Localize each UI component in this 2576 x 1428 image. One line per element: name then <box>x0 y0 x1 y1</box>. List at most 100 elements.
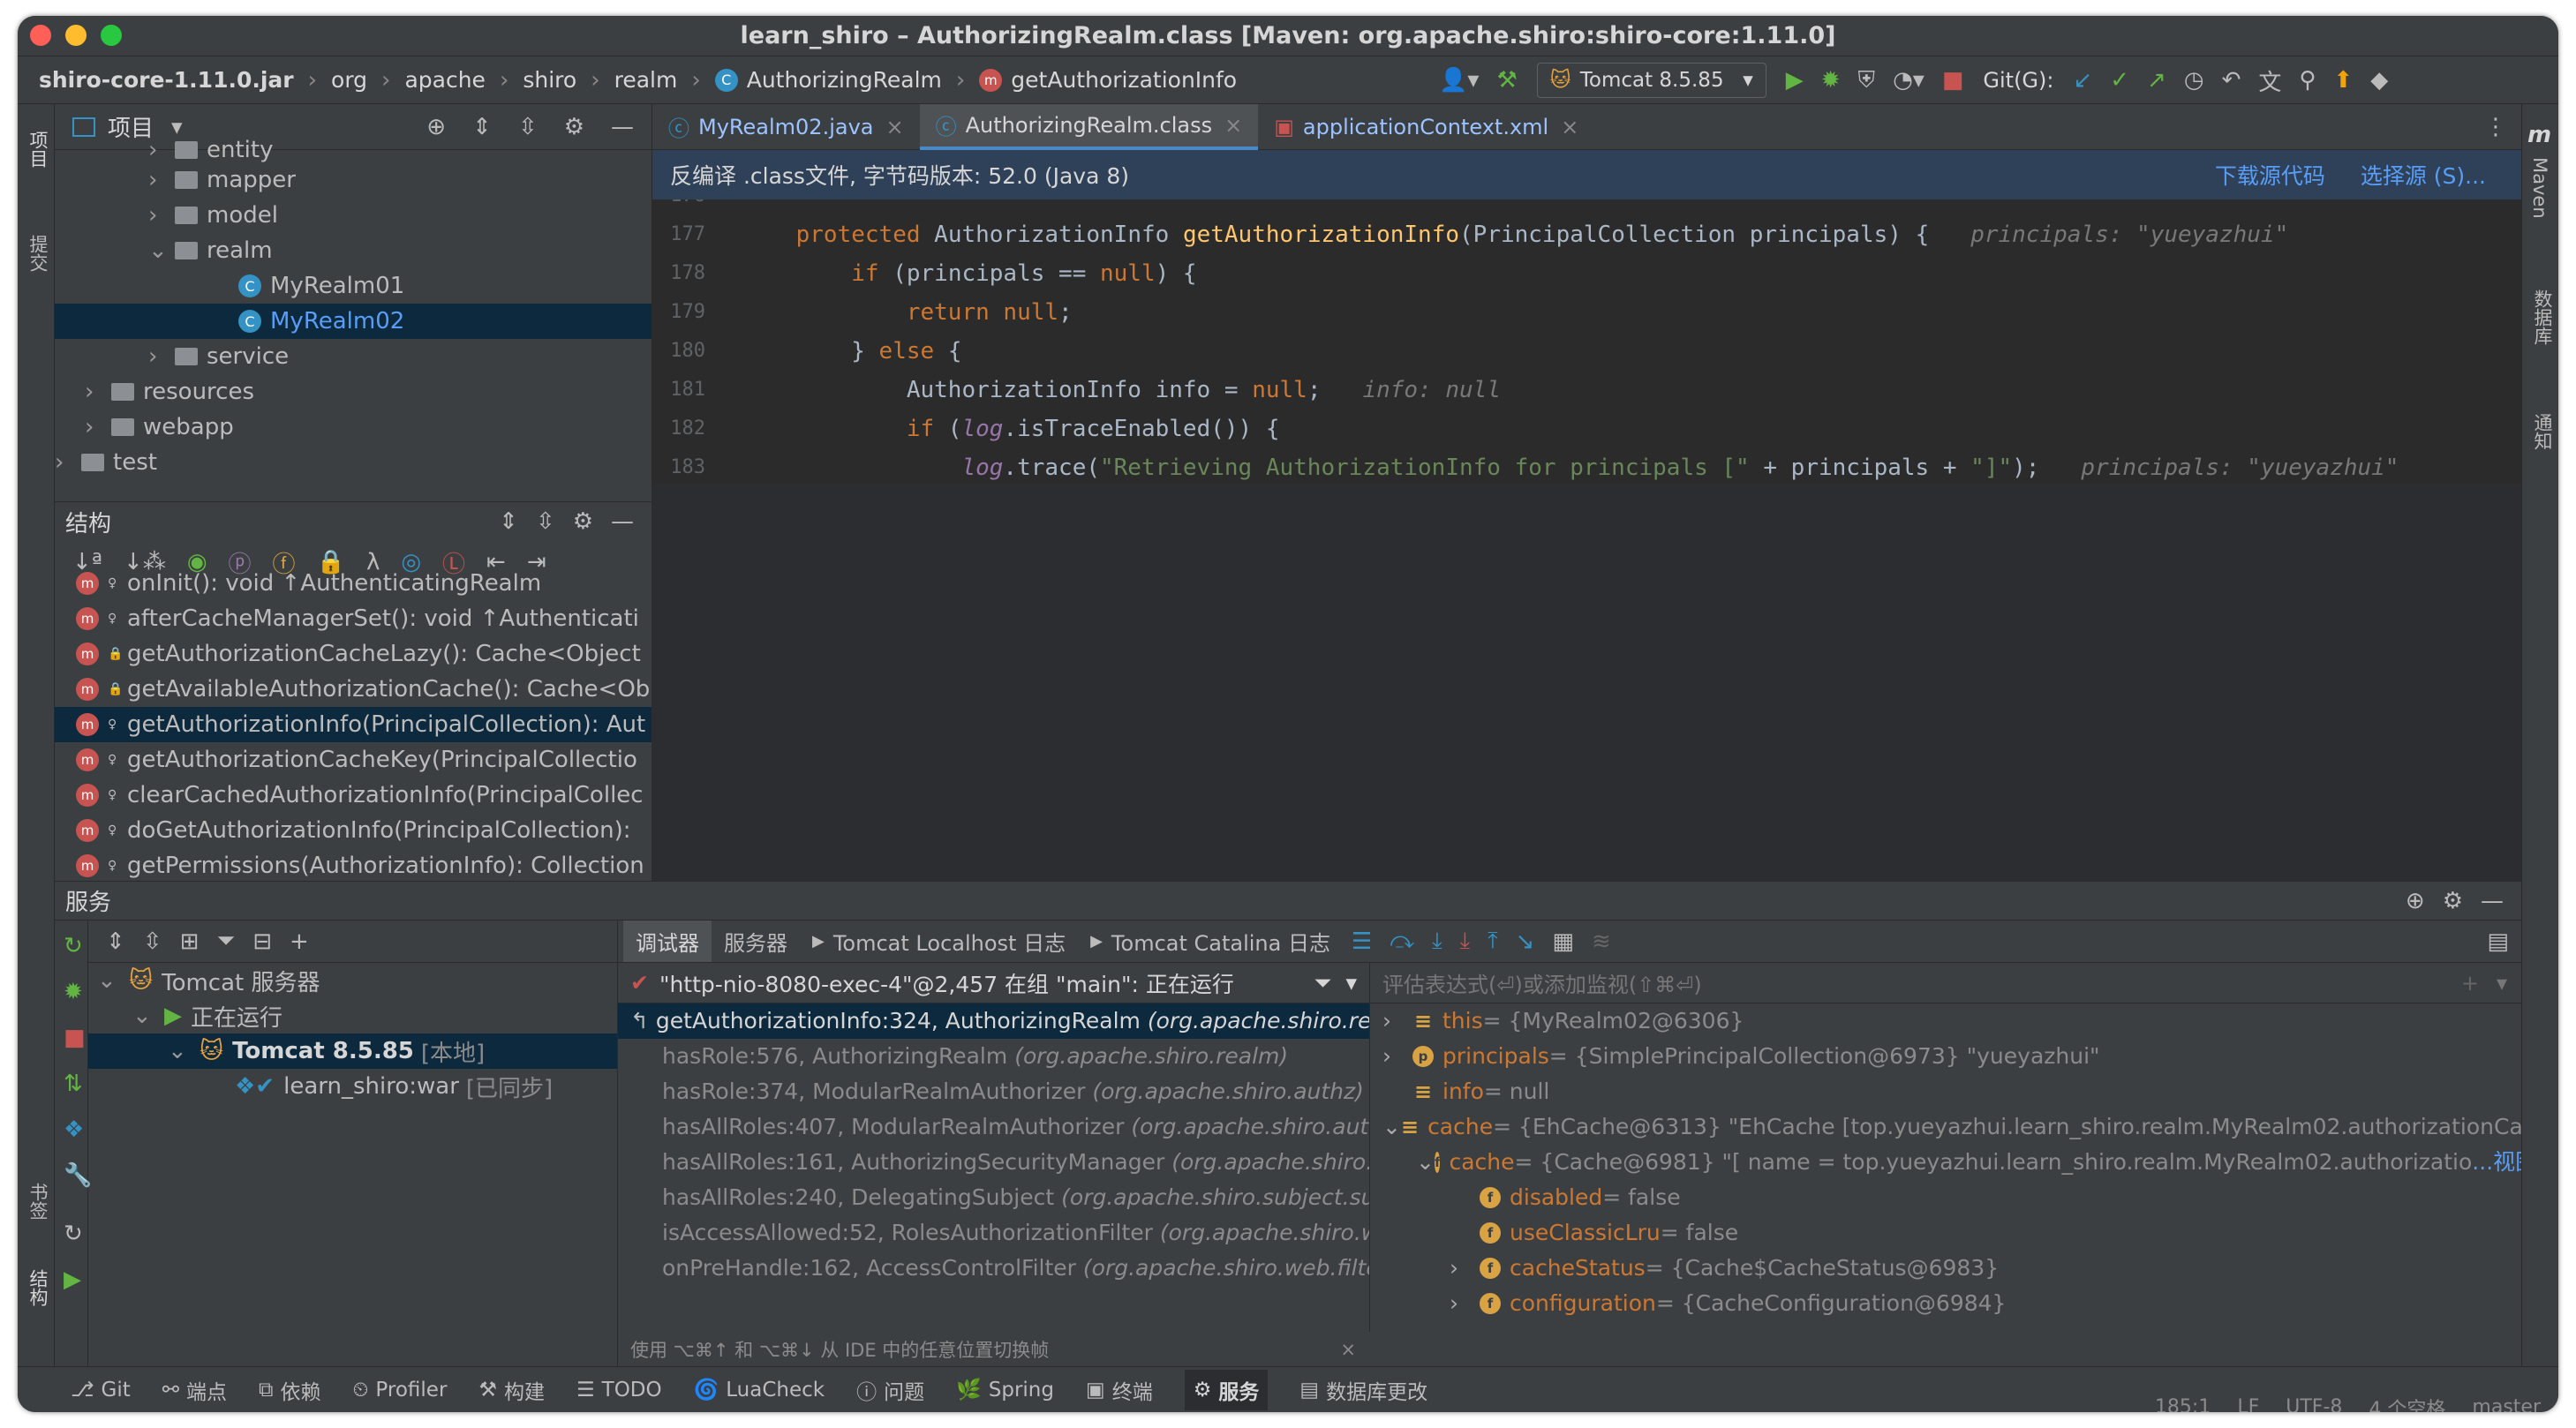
debugger-tab[interactable]: 调试器 <box>623 921 712 962</box>
bottom-tool-button[interactable]: ⎇ Git <box>71 1379 131 1402</box>
hide-icon[interactable]: — <box>2481 888 2504 914</box>
commit-tool-button[interactable]: 提交 <box>25 235 51 272</box>
filter-icon[interactable]: ⏷ <box>216 928 235 955</box>
stop-icon[interactable]: ■ <box>1942 67 1964 94</box>
add-watch-icon[interactable]: + <box>2461 971 2479 996</box>
stop-icon[interactable]: ■ <box>64 1025 86 1051</box>
chevron-down-icon[interactable]: ⌄ <box>1382 1109 1401 1145</box>
search-icon[interactable]: ⚲ <box>2299 67 2316 94</box>
breadcrumb-org[interactable]: org <box>331 67 367 93</box>
structure-tree-item[interactable]: m ♀ getAuthorizationInfo(PrincipalCollecti… <box>55 707 652 742</box>
code-lines[interactable]: protected AuthorizationInfo getAuthoriza… <box>741 199 2522 484</box>
variable-row[interactable]: › p principals = {SimplePrincipalCollectio… <box>1370 1039 2521 1074</box>
project-panel-title[interactable]: 项目 <box>108 110 154 143</box>
structure-tree-item[interactable]: m 🔒 getAuthorizationCacheLazy(): Cache<Obj… <box>55 636 652 672</box>
force-step-into-icon[interactable]: ⤓ <box>1460 928 1471 955</box>
bottom-tool-button[interactable]: ⚙ 服务 <box>1184 1369 1269 1410</box>
bookmarks-tool-button[interactable]: 书签 <box>25 1183 51 1220</box>
expand-all-icon[interactable]: ⇕ <box>106 928 125 955</box>
list-icon[interactable]: ☰ <box>1352 928 1372 955</box>
structure-tree-item[interactable]: m ♀ doGetAuthorizationInfo(PrincipalCollec… <box>55 813 652 848</box>
minimize-button[interactable] <box>65 25 87 46</box>
stack-frame[interactable]: hasAllRoles:161, AuthorizingSecurityMana… <box>618 1145 1369 1180</box>
debugger-tab[interactable]: ▶ Tomcat Catalina 日志 <box>1078 921 1343 962</box>
variable-row[interactable]: › f cacheStatus = {Cache$CacheStatus@6983} <box>1370 1251 2521 1286</box>
structure-tree-item[interactable]: m ♀ afterCacheManagerSet(): void ↑Authenti… <box>55 601 652 636</box>
close-icon[interactable]: × <box>885 115 903 139</box>
bottom-tool-button[interactable]: ⚒ 构建 <box>478 1375 545 1405</box>
chevron-right-icon[interactable]: › <box>148 202 175 229</box>
editor-tab[interactable]: ⓒ AuthorizingRealm.class × <box>919 103 1259 150</box>
chevron-right-icon[interactable]: › <box>1382 1039 1412 1074</box>
chevron-right-icon[interactable]: › <box>1382 1003 1412 1039</box>
chevron-right-icon[interactable]: › <box>148 343 175 370</box>
bottom-tool-button[interactable]: ☰ TODO <box>576 1379 662 1402</box>
artifact-icon[interactable]: ❖ <box>64 1116 84 1143</box>
stack-frame[interactable]: isAccessAllowed:52, RolesAuthorizationFi… <box>618 1215 1369 1251</box>
coverage-icon[interactable]: ⛨ <box>1858 67 1876 94</box>
refresh-icon[interactable]: ↻ <box>64 1221 83 1247</box>
expand-all-icon[interactable]: ⇕ <box>472 114 492 140</box>
close-button[interactable] <box>30 25 51 46</box>
hide-icon[interactable]: — <box>611 508 634 535</box>
services-tree-item[interactable]: ⌄ ▶ 正在运行 <box>88 998 617 1033</box>
bottom-tool-button[interactable]: ⚯ 端点 <box>162 1375 227 1405</box>
gear-icon[interactable]: ⚙ <box>2443 888 2463 914</box>
close-icon[interactable]: × <box>1340 1339 1356 1360</box>
collapse-all-icon[interactable]: ⇳ <box>518 114 538 140</box>
profile-icon[interactable]: ◔▾ <box>1893 67 1924 94</box>
variable-row[interactable]: f useClassicLru = false <box>1370 1215 2521 1251</box>
chevron-down-icon[interactable]: ⌄ <box>168 1038 200 1064</box>
translate-icon[interactable]: 文 <box>2258 64 2281 97</box>
new-tab-icon[interactable]: ⊟ <box>252 928 272 955</box>
chevron-down-icon[interactable]: ⌄ <box>97 967 129 994</box>
project-tree-item[interactable]: › model <box>55 198 652 233</box>
git-update-icon[interactable]: ↙ <box>2073 67 2092 94</box>
chevron-right-icon[interactable]: › <box>148 167 175 193</box>
variable-row[interactable]: › ≡ this = {MyRealm02@6306} <box>1370 1003 2521 1039</box>
chevron-down-icon[interactable]: ▾ <box>2497 971 2507 996</box>
variable-row[interactable]: › f configuration = {CacheConfiguration@69… <box>1370 1286 2521 1321</box>
structure-tool-button[interactable]: 结构 <box>25 1269 51 1306</box>
evaluate-field[interactable]: 评估表达式(⏎)或添加监视(⇧⌘⏎) + ▾ <box>1370 963 2521 1003</box>
git-commit-icon[interactable]: ✓ <box>2110 67 2129 94</box>
step-out-icon[interactable]: ⤒ <box>1488 928 1498 955</box>
debugger-tab[interactable]: ▶ Tomcat Localhost 日志 <box>800 921 1078 962</box>
structure-tree-item[interactable]: m ♀ onInit(): void ↑AuthenticatingRealm <box>55 566 652 601</box>
maven-icon[interactable]: m <box>2527 122 2551 148</box>
step-into-icon[interactable]: ⤓ <box>1432 928 1442 955</box>
breadcrumb-jar[interactable]: shiro-core-1.11.0.jar <box>39 67 294 93</box>
chevron-right-icon[interactable]: › <box>55 449 81 476</box>
view-link[interactable]: ...视图 <box>2472 1145 2521 1180</box>
stack-frame[interactable]: hasAllRoles:240, DelegatingSubject (org.… <box>618 1180 1369 1215</box>
rollback-icon[interactable]: ↶ <box>2222 67 2241 94</box>
collapse-all-icon[interactable]: ⇳ <box>536 508 555 535</box>
hide-icon[interactable]: — <box>611 114 634 140</box>
history-icon[interactable]: ◷ <box>2184 67 2204 94</box>
variable-row[interactable]: ⌄ f cache = {Cache@6981} "[ name = top.yue… <box>1370 1145 2521 1180</box>
plugin-logo-icon[interactable]: ◆ <box>2370 67 2388 94</box>
chevron-right-icon[interactable]: › <box>85 414 111 440</box>
choose-source-link[interactable]: 选择源 (S)... <box>2361 159 2486 191</box>
services-tree-item[interactable]: ❖✔ learn_shiro:war [已同步] <box>88 1069 617 1104</box>
breadcrumb-method[interactable]: getAuthorizationInfo <box>1011 67 1237 93</box>
project-tool-button[interactable]: 项目 <box>25 131 51 168</box>
chevron-down-icon[interactable]: ⌄ <box>132 1003 164 1029</box>
zoom-button[interactable] <box>101 25 122 46</box>
git-push-icon[interactable]: ↗ <box>2147 67 2166 94</box>
project-tree-item[interactable]: › resources <box>55 374 652 410</box>
trace-icon[interactable]: ≋ <box>1592 928 1611 955</box>
run-icon[interactable]: ▶ <box>1786 67 1804 94</box>
debug-icon[interactable]: ✹ <box>1821 67 1841 94</box>
resume-icon[interactable]: ▶ <box>64 1266 81 1293</box>
deploy-icon[interactable]: ⇅ <box>64 1071 83 1097</box>
git-branch[interactable]: master <box>2472 1396 2541 1412</box>
structure-tree-item[interactable]: m ♀ getPermissions(AuthorizationInfo): Col… <box>55 848 652 883</box>
bottom-tool-button[interactable]: 🌿 Spring <box>956 1378 1054 1402</box>
stack-frame[interactable]: hasRole:576, AuthorizingRealm (org.apach… <box>618 1039 1369 1074</box>
bottom-tool-button[interactable]: 🌀 LuaCheck <box>694 1378 825 1402</box>
gear-icon[interactable]: ⚙ <box>573 508 593 535</box>
structure-tree-item[interactable]: m ♀ clearCachedAuthorizationInfo(Principal… <box>55 778 652 813</box>
stack-frame[interactable]: hasRole:374, ModularRealmAuthorizer (org… <box>618 1074 1369 1109</box>
download-source-link[interactable]: 下载源代码 <box>2215 159 2325 191</box>
